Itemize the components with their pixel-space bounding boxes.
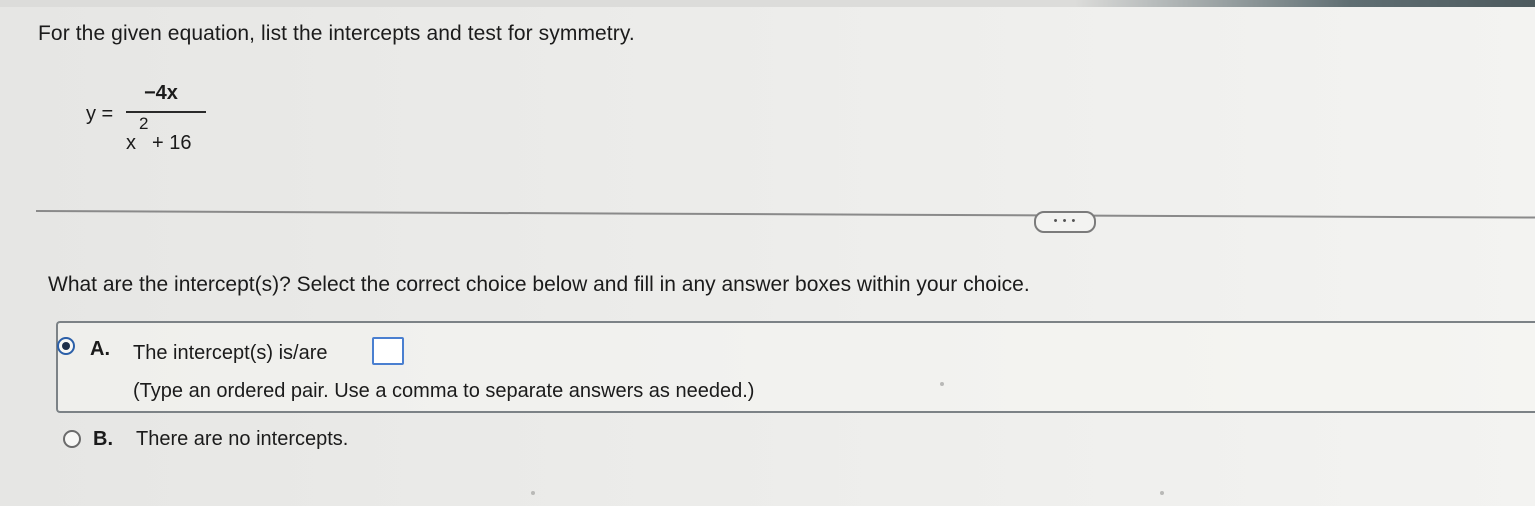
choice-b-text: There are no intercepts. bbox=[136, 428, 349, 450]
choice-a-text: The intercept(s) is/are bbox=[133, 342, 328, 364]
choice-a-letter: A. bbox=[90, 338, 110, 360]
more-button[interactable]: • • • bbox=[1034, 211, 1096, 233]
choice-b-radio[interactable] bbox=[63, 430, 81, 448]
equation: y = −4x x 2 + 16 bbox=[86, 80, 226, 160]
top-strip bbox=[0, 0, 1535, 7]
fraction-bar bbox=[126, 111, 206, 113]
choice-b-letter: B. bbox=[93, 428, 113, 450]
answer-input-box[interactable] bbox=[372, 337, 404, 365]
section-divider bbox=[35, 210, 1535, 219]
choice-a-radio[interactable] bbox=[57, 337, 75, 355]
speck bbox=[531, 491, 535, 495]
instruction-text: For the given equation, list the interce… bbox=[38, 22, 635, 45]
speck bbox=[940, 382, 944, 386]
equation-denominator-exponent: 2 bbox=[139, 114, 149, 133]
equation-denominator-rest: + 16 bbox=[152, 132, 192, 154]
speck bbox=[1160, 491, 1164, 495]
choice-a-hint: (Type an ordered pair. Use a comma to se… bbox=[133, 380, 755, 402]
question-text: What are the intercept(s)? Select the co… bbox=[48, 273, 1030, 296]
equation-lhs: y = bbox=[86, 103, 114, 125]
equation-numerator: −4x bbox=[144, 82, 178, 104]
equation-denominator-base: x bbox=[126, 132, 136, 154]
